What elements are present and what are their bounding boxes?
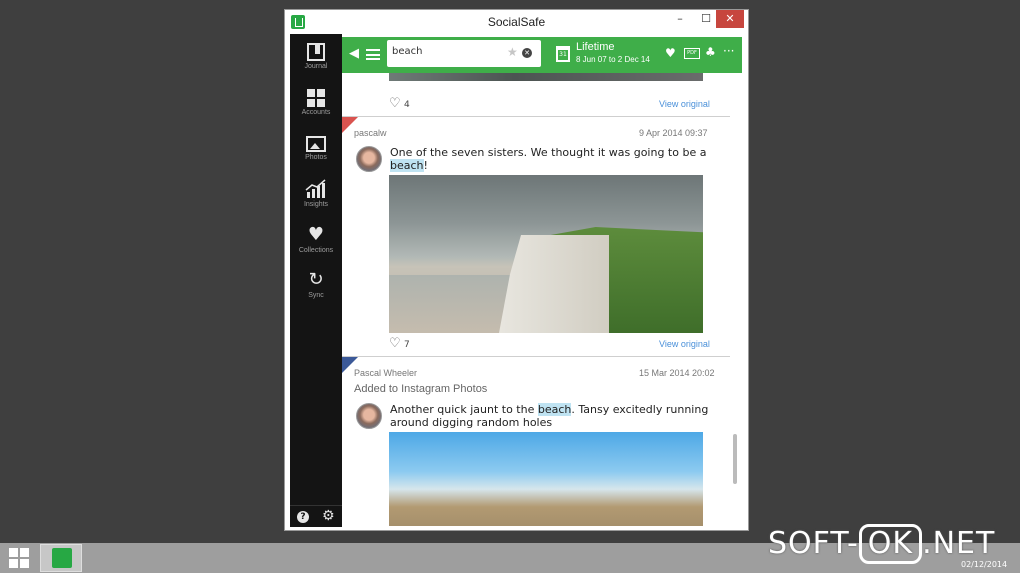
toolbar: ◀ ★ ✕ 31 Lifetime 8 Jun 07 to 2 Dec 14 ♥… (342, 37, 742, 73)
sidebar: Journal Accounts Photos Insights ♥ Colle… (290, 34, 342, 527)
app-window: SocialSafe – ☐ ✕ Journal Accounts Photos… (284, 9, 749, 531)
date-range-title[interactable]: Lifetime (576, 41, 615, 53)
sidebar-item-label: Accounts (301, 109, 331, 116)
close-button[interactable]: ✕ (716, 10, 744, 28)
sync-icon: ↻ (308, 269, 324, 290)
sidebar-item-insights[interactable]: Insights (290, 179, 342, 225)
windows-start-icon[interactable] (9, 548, 29, 568)
date-range-dates[interactable]: 8 Jun 07 to 2 Dec 14 (576, 55, 650, 64)
gear-icon[interactable]: ⚙ (322, 508, 335, 524)
sidebar-item-label: Photos (305, 154, 327, 161)
sidebar-item-accounts[interactable]: Accounts (290, 88, 342, 134)
journal-icon (307, 43, 325, 61)
help-icon[interactable]: ? (297, 511, 309, 523)
heart-icon[interactable]: ♥ (665, 46, 676, 60)
title-bar[interactable]: SocialSafe – ☐ ✕ (285, 10, 748, 34)
view-original-link[interactable]: View original (659, 99, 710, 109)
sidebar-item-label: Journal (304, 63, 328, 70)
sidebar-item-label: Insights (303, 201, 329, 208)
post-photo-beach[interactable] (389, 432, 703, 526)
post-text: One of the seven sisters. We thought it … (390, 146, 707, 172)
accounts-grid-icon (307, 89, 325, 107)
photos-icon (306, 136, 326, 152)
post-author[interactable]: pascalw (354, 128, 387, 138)
sidebar-item-collections[interactable]: ♥ Collections (290, 225, 342, 271)
post-date: 15 Mar 2014 20:02 (639, 368, 715, 378)
like-count: 7 (404, 340, 410, 350)
like-heart-icon[interactable]: ♡ (389, 336, 401, 351)
taskbar-socialsafe-button[interactable] (40, 544, 82, 572)
search-highlight: beach (537, 403, 572, 416)
heart-icon: ♥ (307, 224, 325, 245)
minimize-button[interactable]: – (667, 10, 693, 28)
post-date: 9 Apr 2014 09:37 (639, 128, 708, 138)
search-input[interactable] (392, 46, 502, 57)
post-photo-partial (389, 73, 703, 81)
like-heart-icon[interactable]: ♡ (389, 96, 401, 111)
star-icon[interactable]: ★ (507, 45, 518, 59)
sidebar-item-sync[interactable]: ↻ Sync (290, 270, 342, 316)
view-original-link[interactable]: View original (659, 339, 710, 349)
scrollbar-thumb[interactable] (733, 434, 737, 484)
sidebar-item-label: Collections (298, 247, 334, 254)
avatar[interactable] (356, 403, 382, 429)
sidebar-item-label: Sync (308, 292, 324, 299)
calendar-icon[interactable]: 31 (556, 46, 570, 62)
tray-date: 02/12/2014 (961, 560, 1008, 569)
pdf-export-icon[interactable]: PDF (684, 48, 700, 59)
search-box: ★ ✕ (387, 40, 541, 67)
sidebar-footer: ? ⚙ (290, 505, 342, 527)
more-options-icon[interactable]: ··· (723, 44, 734, 58)
back-arrow-icon[interactable]: ◀ (349, 46, 359, 61)
avatar[interactable] (356, 146, 382, 172)
watermark: SOFT- OK .NET (768, 524, 995, 564)
hamburger-menu-icon[interactable] (366, 49, 380, 60)
post-text: Another quick jaunt to the beach. Tansy … (390, 403, 709, 429)
evernote-icon[interactable]: ♣ (705, 45, 716, 59)
clear-search-icon[interactable]: ✕ (522, 48, 532, 58)
post-photo-cliffs[interactable] (389, 175, 703, 333)
divider (342, 356, 730, 357)
socialsafe-logo-icon (52, 548, 72, 568)
sidebar-item-journal[interactable]: Journal (290, 42, 342, 88)
like-count: 4 (404, 100, 410, 110)
search-highlight: beach (390, 159, 424, 172)
post-subline: Added to Instagram Photos (354, 383, 488, 395)
feed: ♡ 4 View original pascalw 9 Apr 2014 09:… (342, 73, 732, 526)
insights-chart-icon (305, 179, 326, 198)
sidebar-item-photos[interactable]: Photos (290, 133, 342, 179)
post-author[interactable]: Pascal Wheeler (354, 368, 417, 378)
divider (342, 116, 730, 117)
